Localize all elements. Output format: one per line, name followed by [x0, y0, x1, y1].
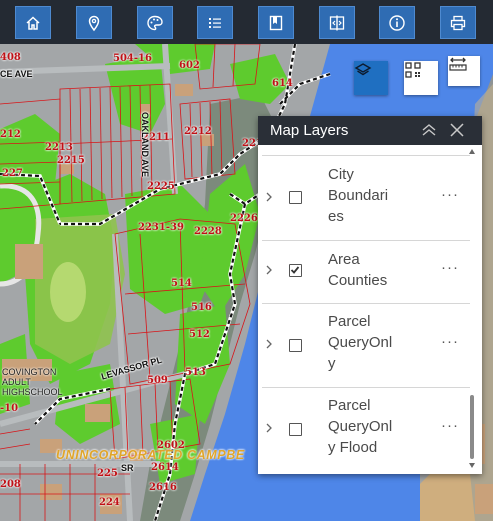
qr-code-icon [405, 62, 421, 78]
layer-list-button[interactable] [354, 61, 388, 95]
scroll-up-arrow[interactable] [469, 149, 475, 154]
street-label: CE AVE [0, 69, 33, 79]
close-icon [450, 123, 464, 137]
home-button[interactable] [15, 6, 51, 39]
parcel-label: 2616 [149, 482, 177, 493]
layer-name: Area Counties [328, 251, 388, 289]
list-icon [209, 17, 221, 28]
layer-options-button[interactable]: ··· [441, 333, 459, 350]
parcel-label: 224 [99, 497, 120, 508]
chevron-right-icon[interactable] [265, 265, 273, 275]
layer-checkbox[interactable] [289, 191, 302, 204]
unincorporated-area-label: UNINCORPORATED CAMPBE [56, 448, 245, 462]
layer-list: City Boundari es ··· Area Counties ··· P… [258, 145, 482, 474]
layer-checkbox[interactable] [289, 339, 302, 352]
scrollbar-thumb[interactable] [470, 395, 474, 459]
top-toolbar [0, 0, 493, 44]
panel-title: Map Layers [270, 122, 349, 139]
printer-icon [450, 15, 466, 30]
layer-item-area-counties[interactable]: Area Counties ··· [258, 241, 472, 303]
parcel-label: 2231-39 [138, 222, 184, 233]
chevron-right-icon[interactable] [265, 192, 273, 202]
chevron-right-icon[interactable] [265, 339, 273, 349]
checkmark-icon [290, 266, 300, 274]
qr-code-button[interactable] [404, 61, 438, 95]
parcel-label: 514 [171, 278, 192, 289]
layer-name: City Boundari es [328, 166, 389, 225]
palette-icon [147, 15, 163, 30]
close-button[interactable] [448, 122, 466, 138]
layer-options-button[interactable]: ··· [441, 259, 459, 276]
parcel-label: 614 [272, 78, 293, 89]
parcel-label: 208 [0, 479, 21, 490]
scroll-down-arrow[interactable] [469, 463, 475, 468]
layer-options-button[interactable]: ··· [441, 186, 459, 203]
measure-button[interactable] [448, 56, 480, 86]
location-pin-icon [88, 15, 100, 31]
layer-name: Parcel QueryOnl y Flood [328, 397, 393, 456]
layer-name: Parcel QueryOnl y [328, 313, 393, 372]
swipe-button[interactable] [319, 6, 355, 39]
street-label: OAKLAND AVE [140, 112, 150, 177]
parcel-label: 516 [191, 302, 212, 313]
school-label: COVINGTON ADULT HIGHSCHOOL [2, 367, 63, 397]
parcel-label: 2228 [194, 226, 222, 237]
bookmark-icon [269, 15, 283, 30]
parcel-label: 2212 [184, 126, 212, 137]
parcel-label: 408 [0, 52, 21, 63]
layer-item-parcel-queryonly-flood[interactable]: Parcel QueryOnl y Flood ··· [258, 388, 472, 472]
street-label: SR [121, 463, 134, 473]
map-layers-panel: Map Layers City Boundari es ··· Area Cou… [258, 116, 482, 474]
legend-button[interactable] [197, 6, 233, 39]
parcel-label: 504-16 [113, 53, 152, 64]
parcel-label: 509 [147, 375, 168, 386]
info-icon [389, 14, 405, 31]
locate-button[interactable] [76, 6, 112, 39]
layers-icon [354, 63, 372, 76]
chevron-right-icon[interactable] [265, 423, 273, 433]
parcel-label: 227 [2, 168, 23, 179]
chevron-double-up-icon [422, 124, 436, 136]
compare-icon [329, 15, 345, 30]
home-icon [26, 15, 40, 30]
parcel-label: 602 [179, 60, 200, 71]
parcel-label: 2225 [147, 181, 175, 192]
panel-header: Map Layers [258, 116, 482, 145]
parcel-label: 512 [189, 329, 210, 340]
parcel-label: -10 [0, 403, 19, 414]
basemap-button[interactable] [137, 6, 173, 39]
layer-options-button[interactable]: ··· [441, 417, 459, 434]
parcel-label: 2614 [151, 462, 179, 473]
parcel-label: 2226 [230, 213, 258, 224]
collapse-button[interactable] [420, 122, 438, 138]
about-button[interactable] [379, 6, 415, 39]
parcel-label: 225 [97, 468, 118, 479]
ruler-icon [449, 57, 467, 71]
parcel-label: 2215 [57, 155, 85, 166]
bookmark-button[interactable] [258, 6, 294, 39]
parcel-label: 513 [185, 367, 206, 378]
parcel-label: 212 [0, 129, 21, 140]
print-button[interactable] [440, 6, 476, 39]
parcel-label: 2213 [45, 142, 73, 153]
layer-checkbox[interactable] [289, 423, 302, 436]
layer-item-parcel-queryonly[interactable]: Parcel QueryOnl y ··· [258, 304, 472, 388]
layer-checkbox-checked[interactable] [289, 264, 302, 277]
layer-item-city-boundaries[interactable]: City Boundari es ··· [258, 156, 472, 240]
